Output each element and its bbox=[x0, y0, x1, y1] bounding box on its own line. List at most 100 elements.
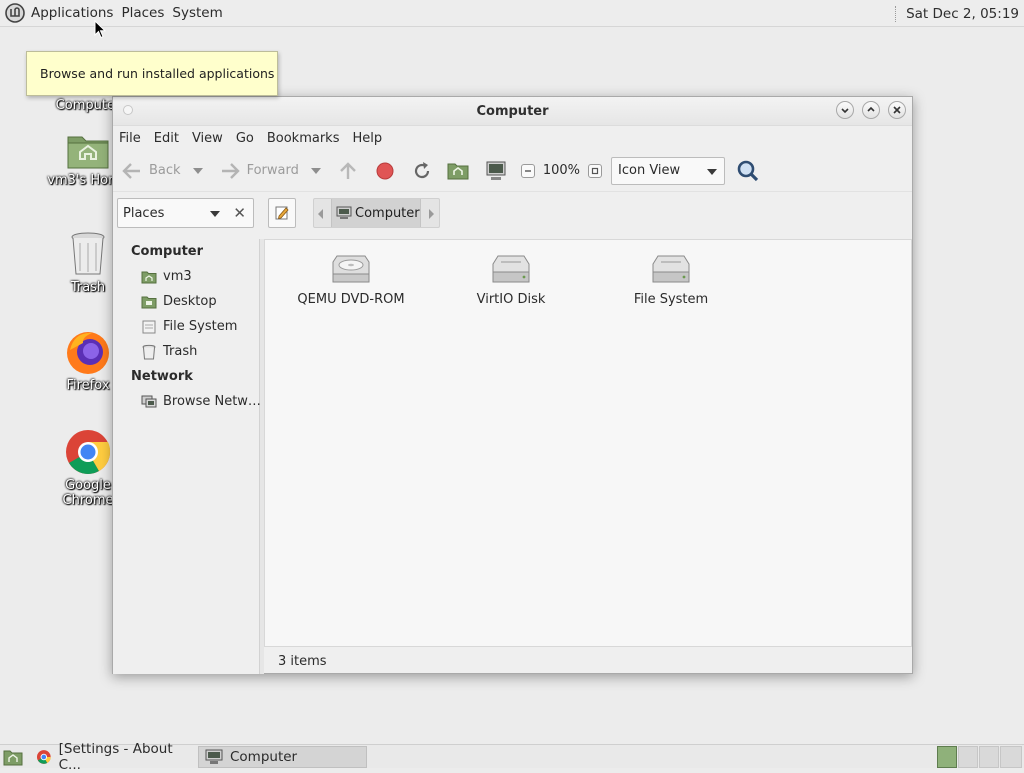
zoom-out-button[interactable] bbox=[520, 163, 535, 178]
workspace-1[interactable] bbox=[937, 746, 957, 768]
sidebar-item-vm3[interactable]: vm3 bbox=[113, 264, 259, 289]
breadcrumb-right-arrow-icon[interactable] bbox=[429, 209, 434, 219]
menu-bookmarks[interactable]: Bookmarks bbox=[267, 131, 340, 146]
home-folder-icon bbox=[67, 136, 109, 169]
firefox-icon bbox=[67, 332, 109, 374]
home-folder-icon bbox=[447, 163, 469, 179]
close-side-pane-icon[interactable]: ✕ bbox=[233, 204, 246, 222]
tooltip-text: Browse and run installed applications bbox=[40, 66, 275, 81]
chrome-icon bbox=[36, 750, 51, 764]
forward-button[interactable]: Forward bbox=[219, 161, 299, 181]
mint-menu-icon[interactable] bbox=[5, 3, 25, 23]
filesystem-icon bbox=[142, 320, 156, 333]
computer-button[interactable] bbox=[485, 160, 507, 182]
file-item-label: File System bbox=[633, 292, 709, 307]
sidebar-item-label: File System bbox=[163, 319, 238, 334]
chevron-down-icon bbox=[210, 211, 220, 217]
places-menu[interactable]: Places bbox=[121, 5, 164, 21]
search-button[interactable] bbox=[736, 159, 760, 183]
up-arrow-icon bbox=[339, 161, 356, 179]
window-titlebar[interactable]: Computer bbox=[113, 97, 912, 126]
network-icon bbox=[141, 395, 157, 407]
close-button[interactable] bbox=[888, 101, 906, 119]
breadcrumb-label: Computer bbox=[355, 205, 420, 221]
zoom-out-icon bbox=[524, 169, 531, 172]
workspace-4[interactable] bbox=[1000, 746, 1022, 768]
home-folder-icon bbox=[141, 271, 157, 283]
applications-tooltip: Browse and run installed applications bbox=[26, 51, 278, 96]
file-view: QEMU DVD-ROM VirtIO Disk File System bbox=[264, 239, 912, 647]
stop-button[interactable] bbox=[375, 161, 395, 181]
file-item-virtio-disk[interactable]: VirtIO Disk bbox=[441, 254, 581, 307]
forward-history-dropdown[interactable] bbox=[310, 167, 321, 174]
home-button[interactable] bbox=[447, 161, 469, 181]
side-pane-value: Places bbox=[123, 205, 165, 221]
sidebar-heading-network: Network bbox=[131, 369, 193, 384]
search-icon bbox=[737, 160, 759, 181]
zoom-in-button[interactable] bbox=[588, 163, 603, 178]
menu-edit[interactable]: Edit bbox=[154, 131, 179, 146]
menu-help[interactable]: Help bbox=[352, 131, 382, 146]
clock[interactable]: Sat Dec 2, 05:19 bbox=[906, 6, 1019, 22]
optical-drive-icon bbox=[332, 255, 370, 283]
computer-icon bbox=[205, 749, 223, 764]
menu-view[interactable]: View bbox=[192, 131, 223, 146]
menubar: File Edit View Go Bookmarks Help bbox=[113, 126, 912, 150]
computer-icon bbox=[336, 206, 352, 219]
bottom-panel: [Settings - About C... Computer bbox=[0, 741, 1024, 773]
sidebar-item-browse-network[interactable]: Browse Netw… bbox=[113, 389, 261, 414]
zoom-level[interactable]: 100% bbox=[543, 163, 580, 178]
file-item-file-system[interactable]: File System bbox=[601, 254, 741, 307]
taskbar-item-label: Computer bbox=[230, 749, 298, 765]
sidebar-item-filesystem[interactable]: File System bbox=[113, 314, 259, 339]
side-pane-select[interactable]: Places ✕ bbox=[117, 198, 254, 228]
up-button[interactable] bbox=[337, 160, 359, 182]
applications-menu[interactable]: Applications bbox=[31, 5, 113, 21]
workspace-3[interactable] bbox=[979, 746, 999, 768]
sidebar-heading-computer: Computer bbox=[131, 244, 204, 259]
chrome-icon bbox=[66, 430, 111, 474]
hard-disk-icon bbox=[652, 255, 690, 283]
sidebar-item-trash[interactable]: Trash bbox=[113, 339, 259, 364]
back-button[interactable]: Back bbox=[121, 161, 181, 181]
trash-icon bbox=[71, 232, 105, 275]
edit-icon bbox=[275, 206, 289, 220]
view-mode-select[interactable]: Icon View bbox=[611, 156, 726, 185]
show-desktop-icon[interactable] bbox=[3, 748, 23, 766]
back-history-dropdown[interactable] bbox=[192, 167, 203, 174]
reload-icon bbox=[414, 161, 429, 178]
file-item-label: VirtIO Disk bbox=[476, 292, 546, 307]
places-sidebar: Computer vm3 Desktop File System Trash N… bbox=[113, 239, 261, 674]
breadcrumb-computer[interactable]: Computer bbox=[331, 199, 421, 227]
chevron-down-icon bbox=[707, 168, 718, 175]
desktop-folder-icon bbox=[141, 296, 157, 308]
hard-disk-icon bbox=[492, 255, 530, 283]
reload-button[interactable] bbox=[411, 160, 433, 182]
close-icon bbox=[893, 106, 901, 114]
sidebar-item-label: vm3 bbox=[163, 269, 192, 284]
system-menu[interactable]: System bbox=[172, 5, 222, 21]
maximize-button[interactable] bbox=[862, 101, 880, 119]
toggle-location-entry-button[interactable] bbox=[268, 198, 296, 228]
view-mode-value: Icon View bbox=[618, 163, 681, 178]
breadcrumb-left-arrow-icon[interactable] bbox=[318, 209, 323, 219]
computer-icon bbox=[486, 161, 506, 180]
taskbar-item-computer[interactable]: Computer bbox=[198, 746, 367, 768]
file-manager-window: Computer File Edit View Go Bookmarks Hel… bbox=[112, 96, 913, 674]
file-item-dvd-rom[interactable]: QEMU DVD-ROM bbox=[281, 254, 421, 307]
mouse-cursor-icon bbox=[94, 20, 106, 39]
forward-arrow-icon bbox=[221, 162, 240, 179]
status-bar: 3 items bbox=[264, 649, 912, 674]
minimize-icon bbox=[841, 108, 849, 114]
taskbar-item-settings[interactable]: [Settings - About C... bbox=[30, 741, 196, 773]
stop-icon bbox=[376, 162, 394, 179]
menu-go[interactable]: Go bbox=[236, 131, 254, 146]
menu-file[interactable]: File bbox=[119, 131, 141, 146]
sidebar-item-label: Trash bbox=[163, 344, 198, 359]
sidebar-item-desktop[interactable]: Desktop bbox=[113, 289, 259, 314]
window-title: Computer bbox=[476, 104, 549, 119]
minimize-button[interactable] bbox=[836, 101, 854, 119]
top-panel: Applications Places System Sat Dec 2, 05… bbox=[0, 0, 1024, 27]
status-text: 3 items bbox=[278, 654, 327, 669]
workspace-2[interactable] bbox=[958, 746, 978, 768]
